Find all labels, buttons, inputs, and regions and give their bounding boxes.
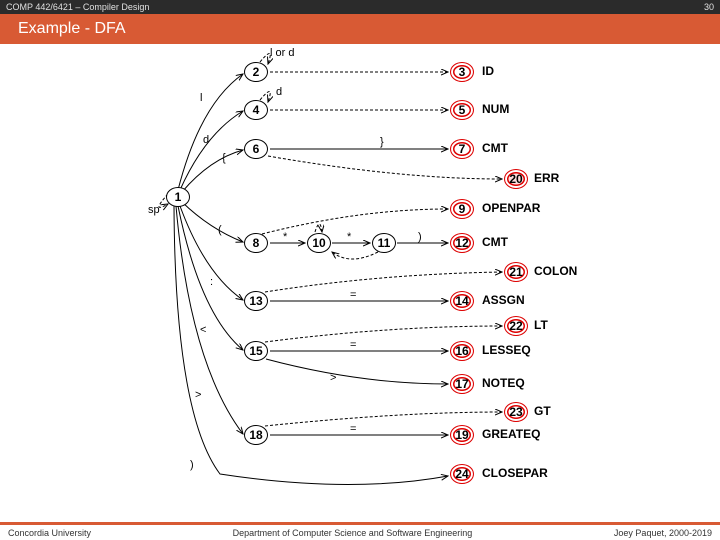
token-id: ID: [482, 64, 494, 78]
token-noteq: NOTEQ: [482, 376, 525, 390]
dfa-diagram: 1 2 3 4 5 6 7 20 9 8 10 11 12 21 13 14 2…: [0, 44, 720, 522]
state-2: 2: [244, 62, 268, 82]
token-colon: COLON: [534, 264, 577, 278]
state-19: 19: [450, 425, 474, 445]
token-closepar: CLOSEPAR: [482, 466, 548, 480]
state-1: 1: [166, 187, 190, 207]
state-14: 14: [450, 291, 474, 311]
edge-eq2: =: [350, 339, 356, 351]
state-16: 16: [450, 341, 474, 361]
edge-lt: <: [200, 324, 206, 336]
edge-sp: sp: [148, 204, 160, 216]
state-17: 17: [450, 374, 474, 394]
edge-d2: d: [276, 86, 282, 98]
edge-lpar: (: [218, 224, 222, 236]
token-assgn: ASSGN: [482, 293, 525, 307]
state-11: 11: [372, 233, 396, 253]
edge-gt1: >: [330, 372, 336, 384]
edge-rpar2: ): [190, 459, 194, 471]
header-bar: COMP 442/6421 – Compiler Design 30: [0, 0, 720, 14]
state-9: 9: [450, 199, 474, 219]
edge-eq1: =: [350, 289, 356, 301]
edge-gt2: >: [195, 389, 201, 401]
edge-lbrace: {: [222, 152, 226, 164]
token-cmt2: CMT: [482, 235, 508, 249]
state-22: 22: [504, 316, 528, 336]
slide-title: Example - DFA: [0, 14, 720, 44]
edge-eq3: =: [350, 423, 356, 435]
state-20: 20: [504, 169, 528, 189]
token-cmt1: CMT: [482, 141, 508, 155]
state-12: 12: [450, 233, 474, 253]
token-lt: LT: [534, 318, 548, 332]
token-greateq: GREATEQ: [482, 427, 540, 441]
token-openpar: OPENPAR: [482, 201, 540, 215]
token-lesseq: LESSEQ: [482, 343, 531, 357]
token-err: ERR: [534, 171, 559, 185]
edge-star2: *: [347, 231, 351, 243]
state-24: 24: [450, 464, 474, 484]
state-8: 8: [244, 233, 268, 253]
footer-left: Concordia University: [8, 528, 91, 538]
state-6: 6: [244, 139, 268, 159]
footer-center: Department of Computer Science and Softw…: [233, 528, 473, 538]
state-23: 23: [504, 402, 528, 422]
state-18: 18: [244, 425, 268, 445]
state-15: 15: [244, 341, 268, 361]
state-13: 13: [244, 291, 268, 311]
edge-lord: l or d: [270, 47, 294, 59]
footer: Concordia University Department of Compu…: [0, 522, 720, 540]
diagram-edges: [0, 44, 720, 522]
edge-star1: *: [283, 231, 287, 243]
state-5: 5: [450, 100, 474, 120]
state-21: 21: [504, 262, 528, 282]
state-3: 3: [450, 62, 474, 82]
edge-rbrace: }: [380, 136, 384, 148]
slide-number: 30: [704, 0, 714, 14]
token-num: NUM: [482, 102, 509, 116]
edge-d: d: [203, 134, 209, 146]
course-label: COMP 442/6421 – Compiler Design: [6, 0, 149, 14]
footer-right: Joey Paquet, 2000-2019: [614, 528, 712, 538]
state-10: 10: [307, 233, 331, 253]
state-7: 7: [450, 139, 474, 159]
edge-rpar: ): [418, 231, 422, 243]
token-gt: GT: [534, 404, 551, 418]
edge-colon: :: [210, 276, 213, 288]
state-4: 4: [244, 100, 268, 120]
edge-l: l: [200, 92, 202, 104]
